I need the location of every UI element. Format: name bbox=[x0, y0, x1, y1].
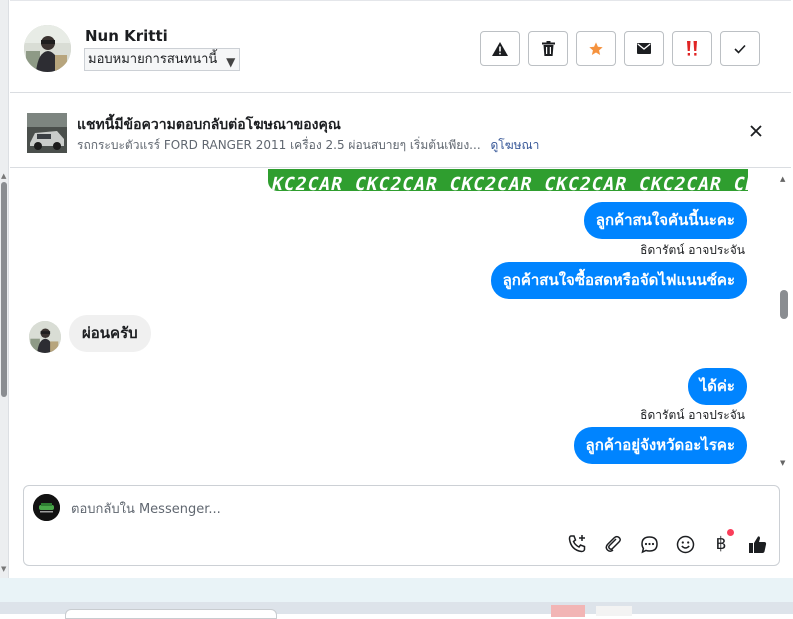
close-ad-notice-button[interactable] bbox=[747, 122, 765, 140]
caret-down-icon: ▼ bbox=[226, 55, 236, 69]
ad-description: รถกระบะตัวแรร์ FORD RANGER 2011 เครื่อง … bbox=[77, 136, 539, 155]
message-thread[interactable]: KC2CAR CKC2CAR CKC2CAR CKC2CAR CKC2CAR C… bbox=[10, 169, 776, 478]
mark-unread-button[interactable] bbox=[624, 31, 664, 66]
report-spam-button[interactable] bbox=[480, 31, 520, 66]
os-taskbar bbox=[0, 602, 793, 619]
reply-input[interactable] bbox=[71, 498, 671, 520]
ad-reply-notice: แชทนี้มีข้อความตอบกลับต่อโฆษณาของคุณ รถก… bbox=[10, 94, 791, 168]
trash-icon bbox=[541, 41, 555, 56]
view-ad-link[interactable]: ดูโฆษณา bbox=[490, 138, 539, 152]
shared-image-message[interactable]: KC2CAR CKC2CAR CKC2CAR CKC2CAR CKC2CAR C… bbox=[268, 169, 748, 191]
scroll-up-arrow-icon[interactable]: ▲ bbox=[780, 175, 785, 183]
outgoing-message[interactable]: ลูกค้าอยู่จังหวัดอะไรคะ bbox=[573, 427, 747, 464]
scroll-up-arrow-icon[interactable]: ▲ bbox=[1, 173, 6, 180]
star-icon bbox=[589, 41, 603, 55]
outgoing-message[interactable]: ลูกค้าสนใจคันนี้นะคะ bbox=[583, 202, 747, 239]
sender-name: ธิดารัตน์ อาจประจัน bbox=[640, 408, 745, 422]
saved-replies-button[interactable] bbox=[638, 533, 660, 555]
call-button[interactable] bbox=[566, 533, 588, 555]
check-icon bbox=[734, 44, 746, 54]
incoming-message[interactable]: ผ่อนครับ bbox=[69, 315, 151, 352]
payment-button[interactable]: ฿ bbox=[710, 533, 732, 555]
thread-scrollbar[interactable]: ▲ ▼ bbox=[776, 169, 791, 478]
ad-thumbnail[interactable] bbox=[27, 113, 67, 153]
sender-name: ธิดารัตน์ อาจประจัน bbox=[640, 243, 745, 257]
page-avatar bbox=[33, 494, 60, 521]
banner-watermark-text: KC2CAR CKC2CAR CKC2CAR CKC2CAR CKC2CAR C… bbox=[269, 174, 748, 191]
left-scrollbar[interactable]: ▲ ▼ bbox=[0, 0, 9, 578]
follow-up-button[interactable] bbox=[672, 31, 712, 66]
paperclip-icon bbox=[605, 535, 621, 552]
assign-label: มอบหมายการสนทนานี้ bbox=[88, 52, 218, 67]
baht-icon: ฿ bbox=[715, 534, 727, 554]
conversation-header: Nun Kritti มอบหมายการสนทนานี้ ▼ bbox=[10, 0, 791, 93]
taskbar-app-button[interactable] bbox=[551, 605, 585, 617]
emoji-button[interactable] bbox=[674, 533, 696, 555]
outgoing-message[interactable]: ลูกค้าสนใจซื้อสดหรือจัดไฟแนนซ์คะ bbox=[490, 262, 747, 299]
star-button[interactable] bbox=[576, 31, 616, 66]
thread-scrollbar-thumb[interactable] bbox=[780, 290, 788, 319]
warning-icon bbox=[492, 41, 508, 56]
double-exclamation-icon bbox=[687, 40, 697, 56]
close-icon bbox=[750, 125, 762, 137]
thumbs-up-icon bbox=[748, 535, 766, 553]
scroll-down-arrow-icon[interactable]: ▼ bbox=[1, 566, 6, 573]
contact-name: Nun Kritti bbox=[85, 27, 168, 45]
taskbar-app-button[interactable] bbox=[596, 606, 632, 616]
contact-avatar-small[interactable] bbox=[29, 321, 61, 353]
chat-bubble-icon bbox=[640, 535, 658, 553]
ad-description-text: รถกระบะตัวแรร์ FORD RANGER 2011 เครื่อง … bbox=[77, 138, 481, 152]
emoji-icon bbox=[676, 535, 694, 553]
page-footer-band bbox=[0, 578, 793, 602]
like-button[interactable] bbox=[746, 533, 768, 555]
delete-button[interactable] bbox=[528, 31, 568, 66]
outgoing-message[interactable]: ได้ค่ะ bbox=[687, 368, 747, 405]
scroll-down-arrow-icon[interactable]: ▼ bbox=[780, 459, 785, 467]
attach-button[interactable] bbox=[602, 533, 624, 555]
left-scrollbar-thumb[interactable] bbox=[1, 182, 7, 397]
phone-plus-icon bbox=[568, 535, 586, 553]
contact-avatar[interactable] bbox=[24, 25, 71, 72]
notification-dot bbox=[727, 529, 734, 536]
envelope-icon bbox=[637, 43, 651, 54]
mark-done-button[interactable] bbox=[720, 31, 760, 66]
assign-conversation-dropdown[interactable]: มอบหมายการสนทนานี้ ▼ bbox=[84, 48, 241, 71]
reply-composer: ฿ bbox=[23, 485, 780, 566]
ad-notice-title: แชทนี้มีข้อความตอบกลับต่อโฆษณาของคุณ bbox=[77, 117, 341, 133]
taskbar-search-box[interactable] bbox=[65, 609, 277, 619]
